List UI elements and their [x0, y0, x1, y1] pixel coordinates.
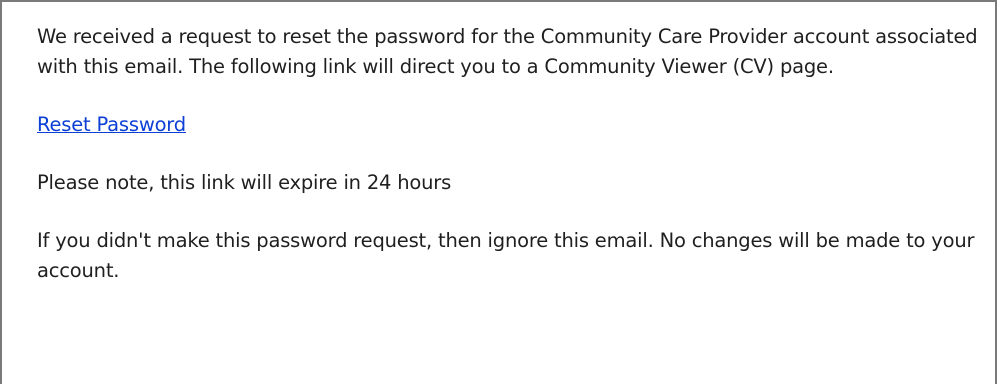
email-body: We received a request to reset the passw…: [37, 22, 982, 286]
reset-password-link[interactable]: Reset Password: [37, 113, 186, 136]
expiry-note: Please note, this link will expire in 24…: [37, 171, 452, 194]
reset-link-paragraph: Reset Password: [37, 110, 982, 140]
email-frame: We received a request to reset the passw…: [0, 0, 997, 384]
ignore-note: If you didn't make this password request…: [37, 229, 975, 282]
intro-paragraph: We received a request to reset the passw…: [37, 25, 978, 78]
